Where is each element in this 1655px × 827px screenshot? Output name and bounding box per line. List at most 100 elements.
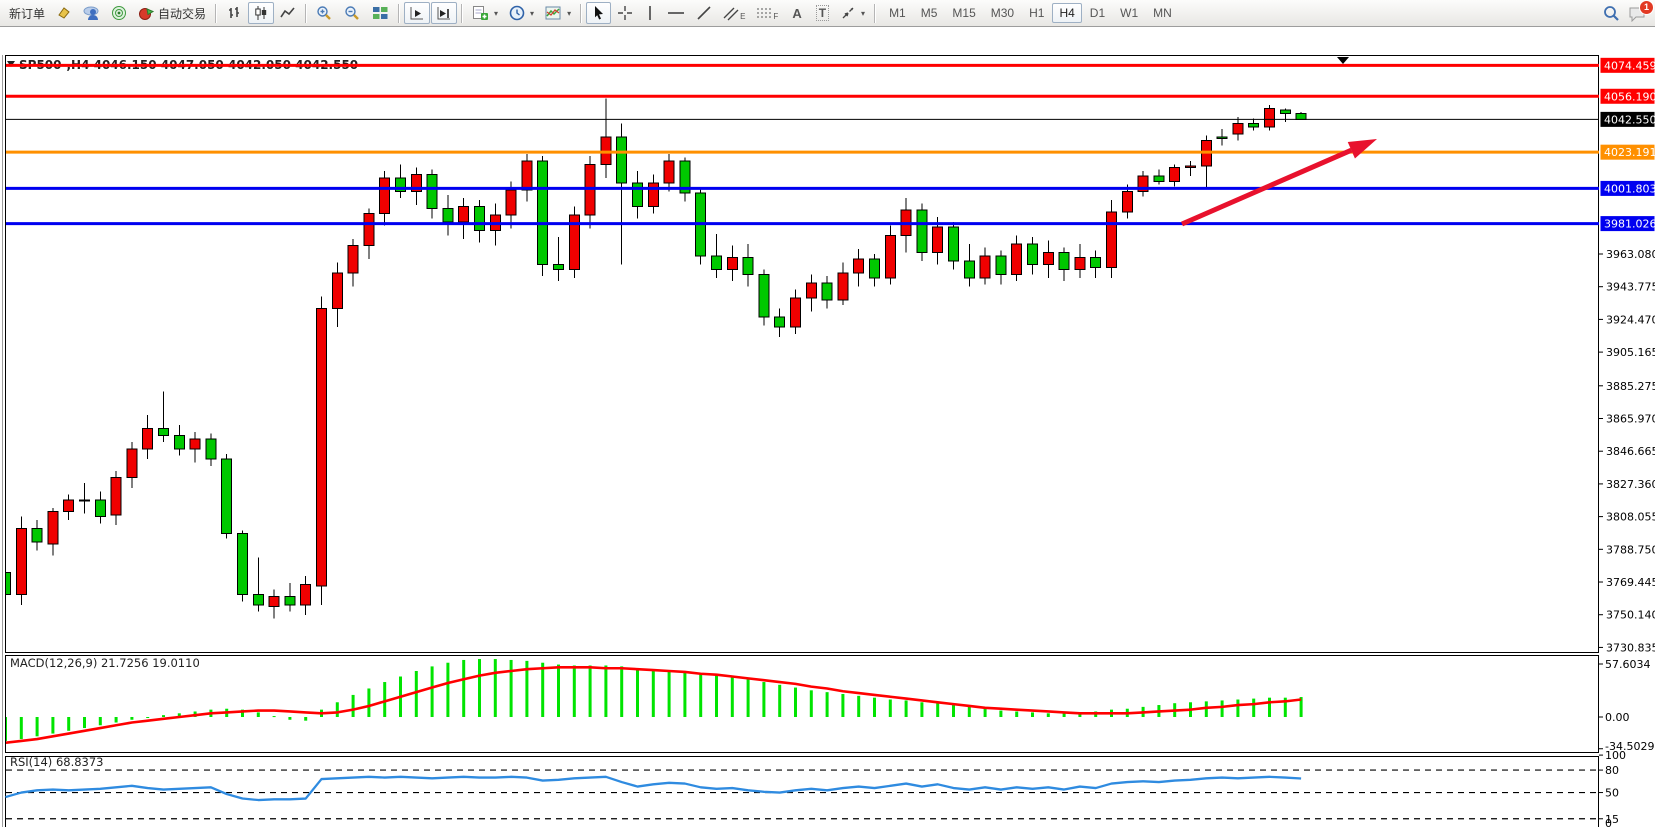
candle-body xyxy=(980,256,990,278)
timeframe-M30[interactable]: M30 xyxy=(984,3,1021,23)
candle-body xyxy=(964,261,974,278)
line-chart-button[interactable] xyxy=(275,2,301,24)
y-tick-label: 3788.750 xyxy=(1606,543,1655,556)
macd-bar xyxy=(462,660,465,717)
auto-trading-label: 自动交易 xyxy=(158,5,206,22)
styler-button[interactable] xyxy=(51,2,77,24)
macd-bar xyxy=(83,717,86,728)
timeframe-H1[interactable]: H1 xyxy=(1022,3,1051,23)
macd-pane[interactable] xyxy=(6,656,1599,753)
separator xyxy=(874,4,876,23)
candle-body xyxy=(506,190,516,215)
horizontal-line-tool-button[interactable] xyxy=(662,2,690,24)
search-icon[interactable] xyxy=(1603,5,1620,22)
trendline-icon xyxy=(696,5,712,21)
auto-trading-button[interactable]: 自动交易 xyxy=(133,2,211,25)
trendline-tool-button[interactable] xyxy=(691,2,717,24)
crosshair-icon xyxy=(617,5,633,21)
period-button[interactable]: ▾ xyxy=(504,2,539,24)
candle-body xyxy=(143,429,153,449)
candle-body xyxy=(80,500,90,501)
zoom-out-button[interactable] xyxy=(339,2,366,25)
candle-body xyxy=(1170,168,1180,182)
candle-body xyxy=(159,429,169,436)
macd-bar xyxy=(699,674,702,717)
candle-body xyxy=(554,264,564,269)
macd-bar xyxy=(1252,699,1255,717)
candle-body xyxy=(838,273,848,300)
y-tick-label: 3885.275 xyxy=(1606,380,1655,393)
chart-shift-button[interactable] xyxy=(431,2,457,24)
candle-body xyxy=(32,529,42,543)
timeframe-strip: M1M5M15M30H1H4D1W1MN xyxy=(882,3,1179,23)
text-tool-icon: A xyxy=(789,6,804,21)
templates-button[interactable]: ▾ xyxy=(540,2,576,24)
vertical-line-tool-button[interactable] xyxy=(639,2,661,24)
candle-body xyxy=(64,500,74,512)
candlestick-chart-icon xyxy=(253,5,269,21)
text-tool-button[interactable]: A xyxy=(784,3,809,24)
tile-windows-icon xyxy=(372,5,389,21)
tile-windows-button[interactable] xyxy=(367,2,394,24)
candle-body xyxy=(427,175,437,209)
candle-body xyxy=(870,259,880,278)
candle-body xyxy=(1296,113,1306,119)
macd-bar xyxy=(494,659,497,717)
community-button[interactable] xyxy=(78,2,105,24)
cursor-tool-button[interactable] xyxy=(586,2,611,24)
macd-bar xyxy=(841,694,844,717)
macd-bar xyxy=(668,671,671,717)
candle-body xyxy=(1012,244,1022,274)
macd-bar xyxy=(905,700,908,717)
candle-body xyxy=(1249,124,1259,127)
candle-body xyxy=(332,273,342,309)
macd-bar xyxy=(273,716,276,717)
crosshair-tool-button[interactable] xyxy=(612,2,638,24)
fibonacci-tool-button[interactable]: F xyxy=(751,2,783,24)
candle-body xyxy=(317,308,327,586)
bar-chart-button[interactable] xyxy=(221,2,247,24)
candle-body xyxy=(1107,212,1117,268)
macd-bar xyxy=(589,665,592,717)
timeframe-W1[interactable]: W1 xyxy=(1113,3,1145,23)
candlestick-chart-button[interactable] xyxy=(248,2,274,24)
y-tick-label: 3769.445 xyxy=(1606,576,1655,589)
equidistant-channel-icon xyxy=(723,5,739,21)
macd-bar xyxy=(810,690,813,717)
timeframe-M5[interactable]: M5 xyxy=(914,3,945,23)
macd-bar xyxy=(636,668,639,717)
rsi-tick-label: 50 xyxy=(1605,787,1619,800)
timeframe-MN[interactable]: MN xyxy=(1146,3,1179,23)
clock-icon xyxy=(509,5,525,21)
candle-body xyxy=(885,236,895,278)
channel-tool-button[interactable]: E xyxy=(718,2,750,24)
price-badge-label: 4023.191 xyxy=(1604,146,1655,159)
notifications-button[interactable]: 1 xyxy=(1628,5,1647,22)
separator xyxy=(461,4,463,23)
timeframe-M15[interactable]: M15 xyxy=(945,3,982,23)
candle-body xyxy=(854,259,864,273)
candle-body xyxy=(127,449,137,478)
label-tool-button[interactable]: T xyxy=(811,2,834,24)
candle-body xyxy=(633,183,643,207)
dropdown-caret: ▾ xyxy=(861,9,865,18)
fibonacci-letter: F xyxy=(773,12,778,21)
add-indicator-button[interactable]: ▾ xyxy=(467,2,503,24)
candle-body xyxy=(16,529,26,595)
signal-button[interactable] xyxy=(106,2,132,24)
macd-bar xyxy=(415,671,418,717)
candle-body xyxy=(933,227,943,252)
new-order-button[interactable]: 新订单 xyxy=(4,2,50,25)
timeframe-H4[interactable]: H4 xyxy=(1052,3,1081,23)
macd-bar xyxy=(999,711,1002,717)
auto-scroll-button[interactable] xyxy=(404,2,430,24)
macd-bar xyxy=(257,712,260,717)
arrows-tool-button[interactable]: ▾ xyxy=(835,2,870,24)
candle-body xyxy=(1280,110,1290,113)
rsi-pane[interactable] xyxy=(6,757,1599,827)
chart-canvas[interactable]: SP500-,H4 4046.150 4047.050 4042.050 404… xyxy=(0,27,1655,827)
timeframe-D1[interactable]: D1 xyxy=(1083,3,1112,23)
timeframe-M1[interactable]: M1 xyxy=(882,3,913,23)
price-badge-label: 4056.190 xyxy=(1604,90,1655,103)
zoom-in-button[interactable] xyxy=(311,2,338,25)
